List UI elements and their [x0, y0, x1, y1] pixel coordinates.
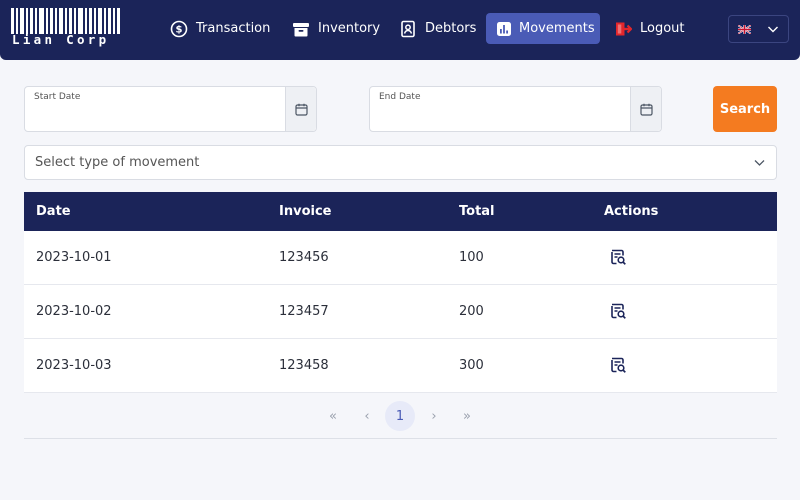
uk-flag-icon — [738, 25, 751, 34]
start-date-label: Start Date — [34, 92, 81, 102]
header-actions: Actions — [604, 204, 659, 219]
nav-transaction[interactable]: $ Transaction — [169, 13, 270, 44]
pagination: « ‹ 1 › » — [24, 393, 777, 439]
header-invoice: Invoice — [279, 204, 332, 219]
barcode-icon — [11, 8, 121, 34]
cell-invoice: 123458 — [279, 358, 329, 373]
pagination-page-1[interactable]: 1 — [385, 401, 415, 431]
chevron-down-icon — [754, 160, 765, 166]
table-row: 2023-10-03 123458 300 — [24, 339, 777, 393]
top-navbar: Lian Corp $ Transaction Inventory Debtor… — [0, 0, 800, 60]
movement-type-select[interactable]: Select type of movement — [24, 145, 777, 180]
calendar-icon — [294, 103, 308, 116]
cell-total: 100 — [459, 250, 484, 265]
contact-book-icon — [398, 19, 418, 39]
search-button[interactable]: Search — [713, 86, 777, 132]
header-total: Total — [459, 204, 495, 219]
nav-movements[interactable]: Movements — [486, 13, 600, 44]
nav-movements-label: Movements — [519, 21, 595, 36]
view-invoice-icon[interactable] — [609, 302, 627, 324]
start-date-calendar-button[interactable] — [285, 87, 316, 131]
language-selector[interactable] — [728, 15, 789, 43]
nav-logout[interactable]: Logout — [613, 13, 685, 44]
brand-logo[interactable]: Lian Corp — [11, 8, 121, 48]
end-date-label: End Date — [379, 92, 421, 102]
calendar-icon — [639, 103, 653, 116]
nav-debtors-label: Debtors — [425, 21, 477, 36]
dollar-coin-icon: $ — [169, 19, 189, 39]
nav-logout-label: Logout — [640, 21, 685, 36]
cell-date: 2023-10-03 — [36, 358, 112, 373]
end-date-calendar-button[interactable] — [630, 87, 661, 131]
end-date-field[interactable]: End Date — [369, 86, 662, 132]
nav-inventory-label: Inventory — [318, 21, 381, 36]
movements-table: Date Invoice Total Actions 2023-10-01 12… — [24, 192, 777, 393]
nav-inventory[interactable]: Inventory — [291, 13, 380, 44]
cell-total: 200 — [459, 304, 484, 319]
movement-type-placeholder: Select type of movement — [35, 155, 200, 170]
cell-total: 300 — [459, 358, 484, 373]
table-row: 2023-10-01 123456 100 — [24, 231, 777, 285]
chevron-down-icon — [768, 26, 778, 33]
cell-date: 2023-10-01 — [36, 250, 112, 265]
archive-box-icon — [291, 19, 311, 39]
cell-date: 2023-10-02 — [36, 304, 112, 319]
pagination-prev-button[interactable]: ‹ — [352, 401, 382, 431]
pagination-first-button[interactable]: « — [318, 401, 348, 431]
svg-text:$: $ — [176, 24, 183, 35]
view-invoice-icon[interactable] — [609, 248, 627, 270]
brand-name: Lian Corp — [12, 32, 110, 47]
nav-debtors[interactable]: Debtors — [398, 13, 476, 44]
pagination-next-button[interactable]: › — [419, 401, 449, 431]
pagination-last-button[interactable]: » — [452, 401, 482, 431]
header-date: Date — [36, 204, 71, 219]
bar-chart-icon — [496, 19, 512, 39]
cell-invoice: 123457 — [279, 304, 329, 319]
start-date-field[interactable]: Start Date — [24, 86, 317, 132]
logout-icon — [613, 19, 633, 39]
cell-invoice: 123456 — [279, 250, 329, 265]
view-invoice-icon[interactable] — [609, 356, 627, 378]
nav-transaction-label: Transaction — [196, 21, 271, 36]
table-header: Date Invoice Total Actions — [24, 192, 777, 231]
table-row: 2023-10-02 123457 200 — [24, 285, 777, 339]
